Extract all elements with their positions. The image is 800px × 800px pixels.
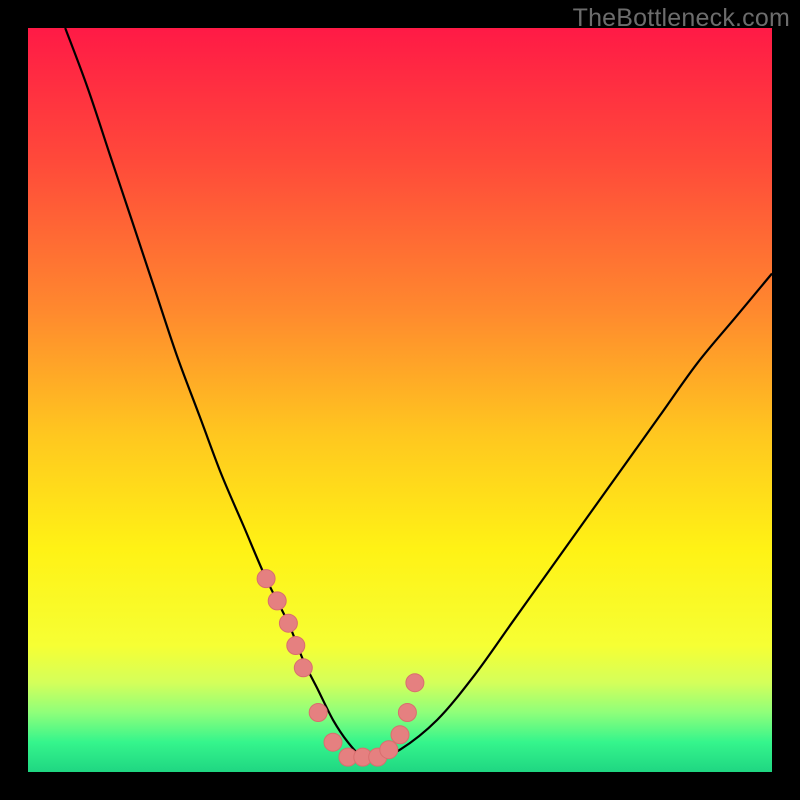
highlight-marker xyxy=(380,741,398,759)
highlight-marker xyxy=(309,704,327,722)
highlight-marker xyxy=(287,637,305,655)
highlight-marker xyxy=(268,592,286,610)
chart-frame: TheBottleneck.com xyxy=(0,0,800,800)
highlight-marker xyxy=(257,570,275,588)
highlight-marker xyxy=(391,726,409,744)
highlight-marker xyxy=(398,704,416,722)
highlight-marker xyxy=(294,659,312,677)
gradient-background xyxy=(28,28,772,772)
bottleneck-chart xyxy=(28,28,772,772)
highlight-marker xyxy=(406,674,424,692)
highlight-marker xyxy=(324,733,342,751)
highlight-marker xyxy=(279,614,297,632)
